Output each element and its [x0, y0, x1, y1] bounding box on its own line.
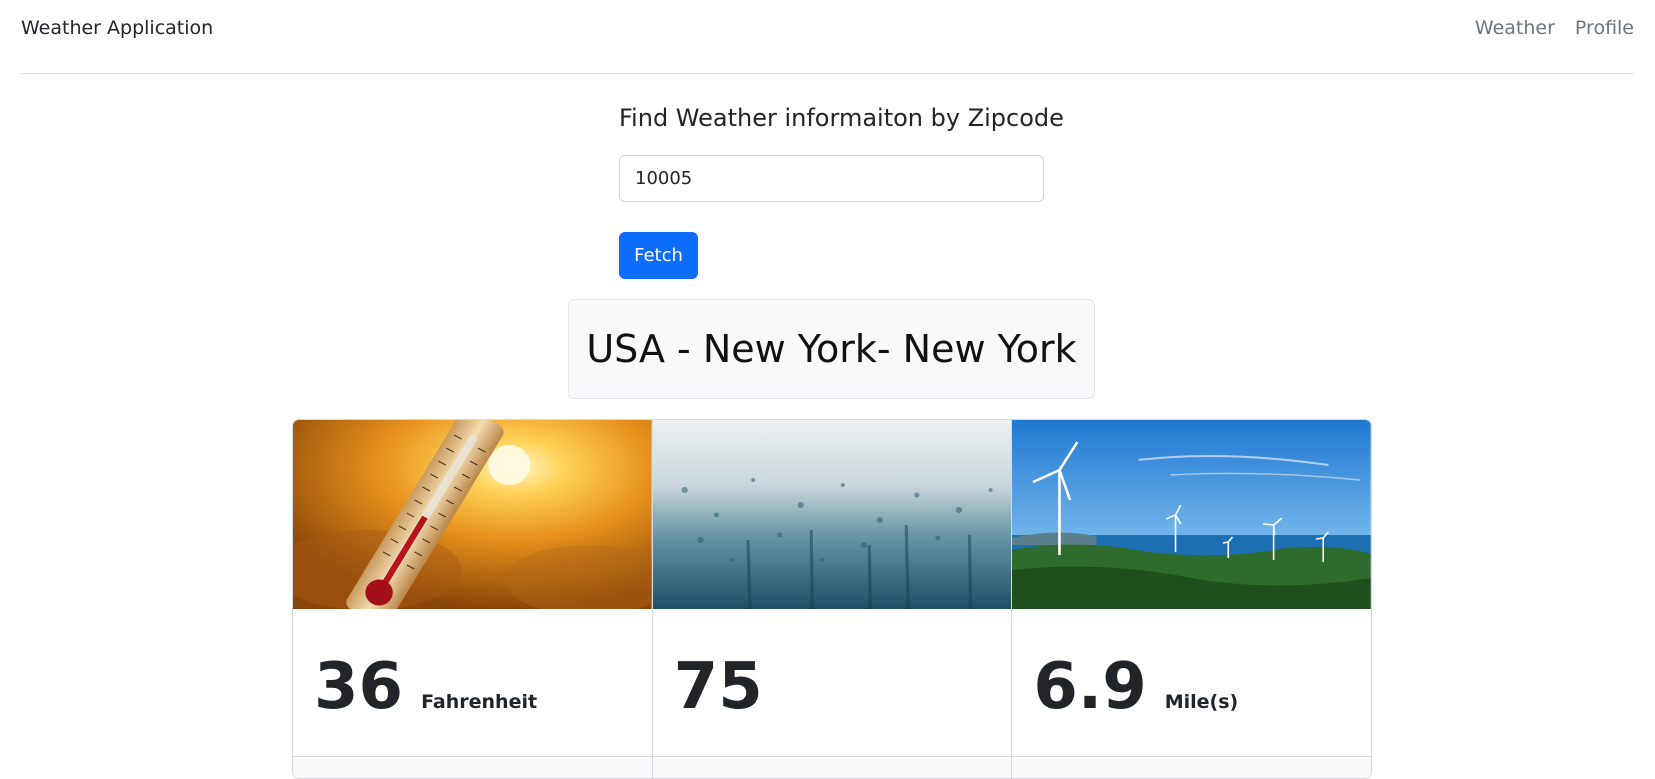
rain-droplets-image	[652, 420, 1012, 609]
form-title: Find Weather informaiton by Zipcode	[619, 104, 1064, 132]
zipcode-input[interactable]	[619, 155, 1044, 202]
location-panel: USA - New York- New York	[568, 299, 1095, 399]
card-footer	[293, 756, 652, 778]
wind-speed-value: 6.9	[1033, 650, 1147, 724]
brand-link[interactable]: Weather Application	[21, 17, 213, 39]
temperature-body: 36 Fahrenheit	[314, 655, 537, 719]
thermometer-sun-image	[293, 420, 652, 609]
wind-card: 6.9 Mile(s)	[1012, 420, 1371, 778]
humidity-body: 75	[674, 655, 781, 719]
wind-speed-unit: Mile(s)	[1164, 691, 1239, 713]
nav-link-profile[interactable]: Profile	[1575, 17, 1634, 39]
wind-body: 6.9 Mile(s)	[1033, 655, 1238, 719]
temperature-card: 36 Fahrenheit	[293, 420, 653, 778]
humidity-value: 75	[673, 650, 763, 724]
navbar: Weather Application Weather Profile	[21, 0, 1634, 74]
nav-link-weather[interactable]: Weather	[1475, 17, 1555, 39]
card-footer	[1012, 756, 1371, 778]
weather-card-group: 36 Fahrenheit 75 6.9 Mile(s)	[292, 419, 1372, 779]
humidity-card: 75	[652, 420, 1013, 778]
nav-links: Weather Profile	[1475, 17, 1634, 39]
fetch-button[interactable]: Fetch	[619, 232, 698, 279]
temperature-value: 36	[314, 650, 404, 724]
location-title: USA - New York- New York	[586, 327, 1077, 371]
wind-turbines-image	[1012, 420, 1371, 609]
temperature-unit: Fahrenheit	[421, 691, 538, 713]
card-footer	[652, 756, 1012, 778]
